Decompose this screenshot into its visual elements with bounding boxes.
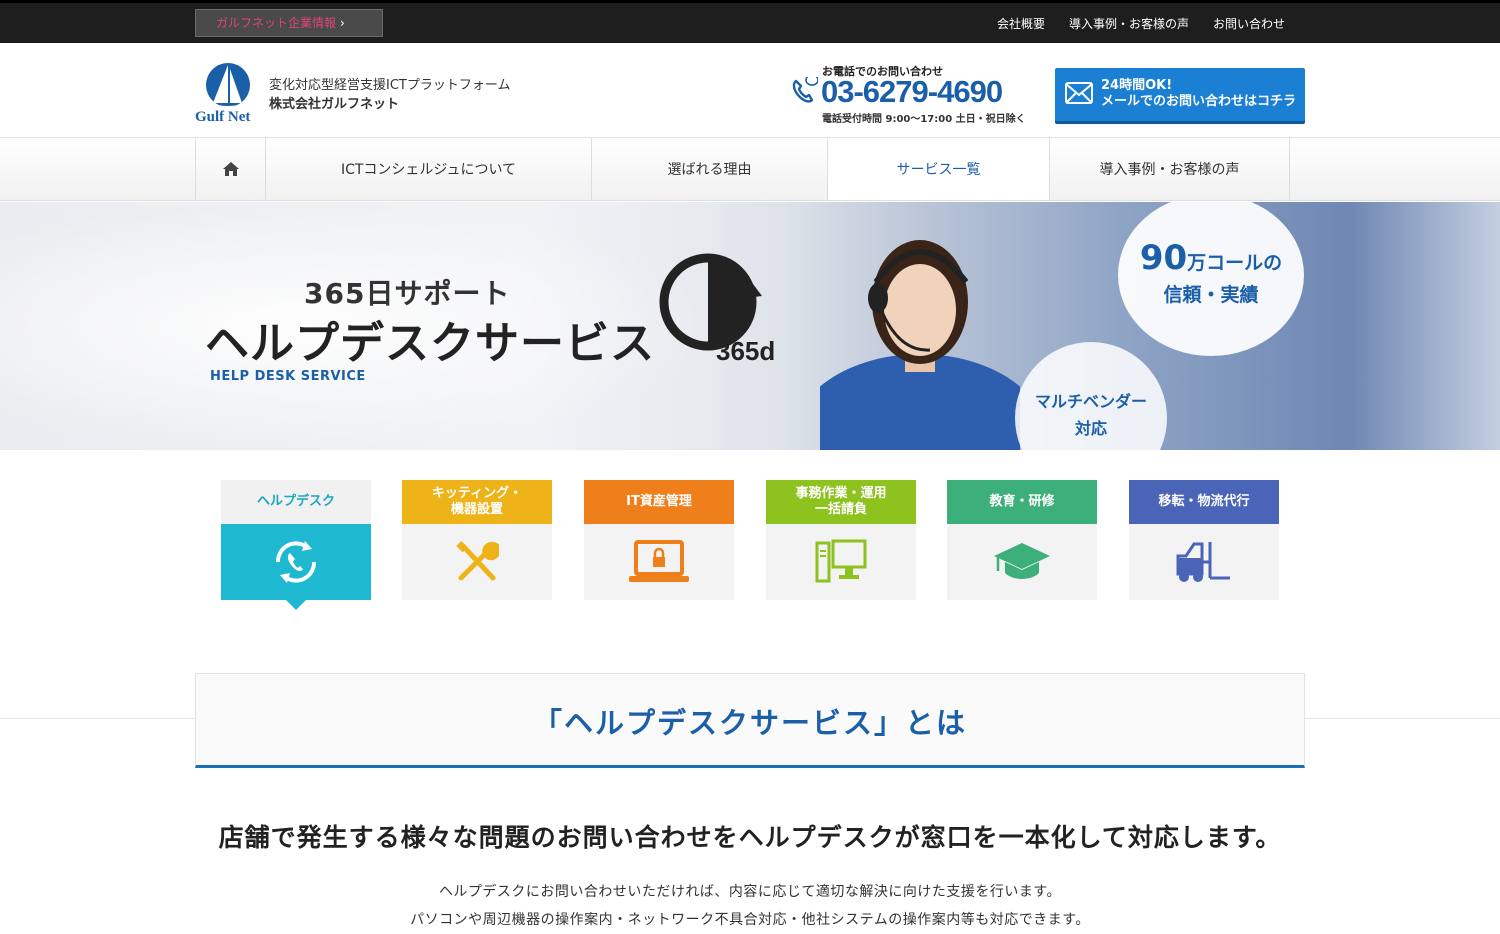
nav-item-reasons[interactable]: 選ばれる理由	[592, 138, 828, 200]
section-title: 「ヘルプデスクサービス」とは	[532, 706, 967, 740]
body-line-2: パソコンや周辺機器の操作案内・ネットワーク不具合対応・他社システムの操作案内等も…	[410, 912, 1090, 928]
logo-wordmark: Gulf Net	[195, 109, 251, 125]
global-nav: ICTコンシェルジュについて 選ばれる理由 サービス一覧 導入事例・お客様の声	[0, 138, 1500, 201]
service-tiles: ヘルプデスク キッティング・ 機器設置 IT資産管理 事務作業・運用 一括請負 …	[221, 480, 1281, 620]
site-header: Gulf Net 変化対応型経営支援ICTプラットフォーム 株式会社ガルフネット…	[0, 43, 1500, 138]
home-icon	[222, 162, 239, 176]
mail-contact-button[interactable]: 24時間OK! メールでのお問い合わせはコチラ	[1055, 68, 1305, 121]
chevron-right-icon: ›	[340, 16, 345, 30]
tile-label: IT資産管理	[584, 480, 734, 524]
operator-photo	[820, 240, 1020, 450]
laptop-lock-icon	[629, 540, 689, 582]
hero-english-title: HELP DESK SERVICE	[210, 369, 366, 384]
top-bar: ガルフネット企業情報 › 会社概要 導入事例・お客様の声 お問い合わせ	[0, 0, 1500, 43]
mail-button-line2: メールでのお問い合わせはコチラ	[1101, 94, 1297, 109]
tile-office-work[interactable]: 事務作業・運用 一括請負	[766, 480, 916, 600]
desktop-pc-icon	[815, 539, 867, 583]
calls-number: 90	[1139, 238, 1188, 278]
tools-icon	[456, 541, 499, 581]
tile-label: ヘルプデスク	[221, 480, 371, 524]
tile-relocation[interactable]: 移転・物流代行	[1129, 480, 1279, 600]
multivendor-line1: マルチベンダー	[1034, 392, 1147, 411]
tile-it-asset[interactable]: IT資産管理	[584, 480, 734, 600]
graduation-cap-icon	[994, 543, 1050, 579]
corporate-info-label: ガルフネット企業情報	[216, 16, 337, 30]
nav-item-concierge[interactable]: ICTコンシェルジュについて	[266, 138, 592, 200]
tile-label: 教育・研修	[947, 480, 1097, 524]
section-title-box: 「ヘルプデスクサービス」とは	[195, 673, 1305, 768]
top-link-contact[interactable]: お問い合わせ	[1213, 12, 1285, 36]
tile-label: 移転・物流代行	[1129, 480, 1279, 524]
phone-cycle-icon	[275, 541, 317, 583]
body-line-1: ヘルプデスクにお問い合わせいただければ、内容に応じて適切な解決に向けた支援を行い…	[438, 884, 1062, 900]
multivendor-bubble-text: マルチベンダー 対応	[1015, 388, 1167, 442]
nav-home[interactable]	[196, 138, 266, 200]
tile-kitting[interactable]: キッティング・ 機器設置	[402, 480, 552, 600]
tile-label: キッティング・ 機器設置	[402, 480, 552, 524]
forklift-icon	[1176, 542, 1230, 582]
clock-365-icon: 365d	[659, 253, 774, 366]
header-tagline: 変化対応型経営支援ICTプラットフォーム 株式会社ガルフネット	[269, 76, 510, 114]
body-text: ヘルプデスクにお問い合わせいただければ、内容に応じて適切な解決に向けた支援を行い…	[0, 878, 1500, 934]
phone-hours: 電話受付時間 9:00～17:00 土日・祝日除く	[822, 114, 1026, 125]
phone-number[interactable]: 03-6279-4690	[821, 74, 1003, 110]
hero-subtitle: 365日サポート	[304, 277, 511, 310]
tile-helpdesk[interactable]: ヘルプデスク	[221, 480, 371, 610]
phone-contact: お電話でのお問い合わせ 03-6279-4690 電話受付時間 9:00～17:…	[790, 63, 1042, 125]
top-link-company[interactable]: 会社概要	[997, 12, 1045, 36]
top-link-cases[interactable]: 導入事例・お客様の声	[1069, 12, 1189, 36]
mail-button-line1: 24時間OK!	[1101, 78, 1173, 93]
nav-item-cases[interactable]: 導入事例・お客様の声	[1050, 138, 1290, 200]
calls-trust: 信頼・実績	[1163, 284, 1259, 306]
mail-button-text: 24時間OK! メールでのお問い合わせはコチラ	[1101, 78, 1296, 110]
multivendor-line2: 対応	[1074, 419, 1107, 438]
phone-icon	[792, 77, 818, 103]
mail-icon	[1065, 82, 1093, 104]
calls-unit: 万コールの	[1187, 252, 1283, 274]
lead-text: 店舗で発生する様々な問題のお問い合わせをヘルプデスクが窓口を一本化して対応します…	[218, 823, 1282, 852]
corporate-info-button[interactable]: ガルフネット企業情報 ›	[195, 9, 383, 37]
nav-item-services[interactable]: サービス一覧	[828, 138, 1050, 200]
calls-bubble-text: 90万コールの 信頼・実績	[1118, 238, 1304, 307]
tile-label: 事務作業・運用 一括請負	[766, 480, 916, 524]
hero-banner: 365日サポート ヘルプデスクサービス HELP DESK SERVICE 36…	[0, 202, 1500, 450]
tagline-text: 変化対応型経営支援ICTプラットフォーム	[269, 78, 511, 93]
badge-365-text: 365d	[716, 336, 774, 366]
top-links: 会社概要 導入事例・お客様の声 お問い合わせ	[997, 12, 1285, 36]
hero-title: ヘルプデスクサービス	[205, 318, 655, 369]
company-name: 株式会社ガルフネット	[269, 97, 400, 112]
tile-education[interactable]: 教育・研修	[947, 480, 1097, 600]
